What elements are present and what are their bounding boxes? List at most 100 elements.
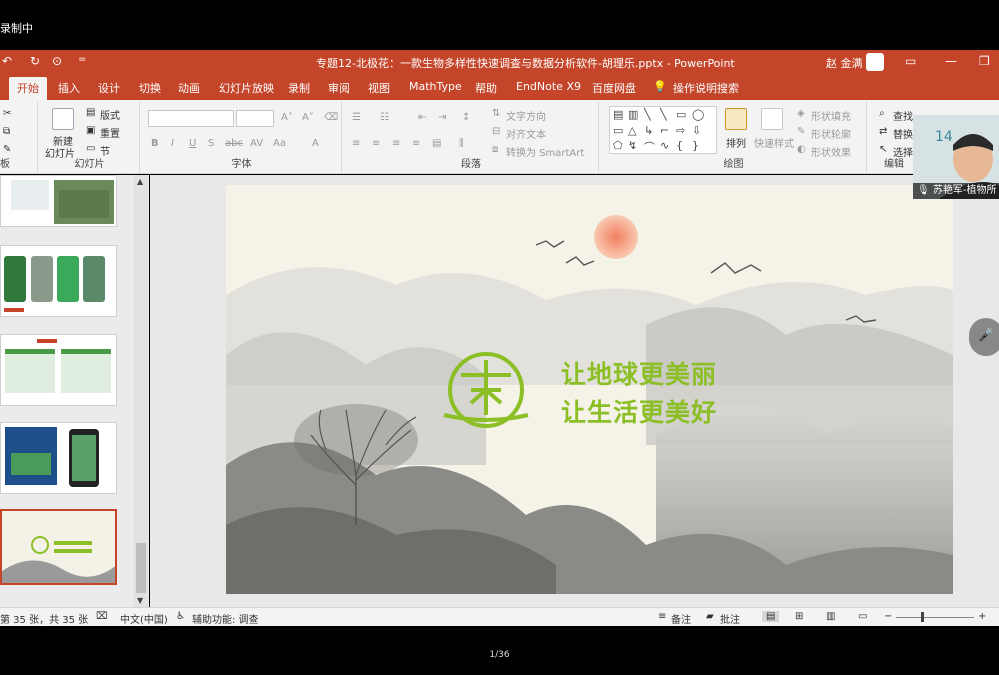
format-painter-icon[interactable]: ✎ [3,144,11,155]
justify-icon[interactable]: ≡ [412,138,420,149]
slide-thumbnail[interactable] [0,245,117,317]
bold-icon[interactable]: B [151,138,159,149]
tab-endnote[interactable]: EndNote X9 [516,80,581,93]
customize-toolbar-icon[interactable]: = [78,54,86,65]
microphone-button[interactable]: 🎤 [969,318,999,356]
slideshow-view-icon[interactable]: ▭ [858,611,867,622]
copy-icon[interactable]: ⧉ [3,126,10,137]
connector-shape-icon[interactable]: ↳ [644,124,653,137]
minimize-icon[interactable]: — [945,54,957,68]
arrange-button[interactable]: 排列 [726,135,746,150]
slide-thumbnail[interactable] [0,422,117,494]
align-text-button[interactable]: 对齐文本 [506,126,546,141]
tab-animations[interactable]: 动画 [178,80,200,96]
text-direction-icon[interactable]: ⇅ [492,108,500,119]
zoom-slider[interactable] [896,617,974,618]
webcam-overlay[interactable]: 14 🎙 苏艳军-植物所 [913,115,999,199]
spellcheck-icon[interactable]: ⌧ [96,611,108,622]
new-slide-icon[interactable] [52,108,74,130]
tab-insert[interactable]: 插入 [58,80,80,96]
increase-indent-icon[interactable]: ⇥ [438,112,446,123]
italic-icon[interactable]: I [171,138,174,149]
line-shape2-icon[interactable]: ╲ [660,108,667,121]
thumbnail-scrollbar[interactable]: ▲ ▼ [134,175,148,607]
tab-transitions[interactable]: 切换 [139,80,161,96]
shape-fill-icon[interactable]: ◈ [797,108,805,119]
rect2-shape-icon[interactable]: ▭ [613,124,623,137]
font-name-select[interactable] [148,110,234,127]
oval-shape-icon[interactable]: ◯ [692,108,704,121]
reset-icon[interactable]: ▣ [86,125,95,136]
shape-outline-button[interactable]: 形状轮廓 [811,126,851,141]
curve-shape-icon[interactable]: ⌒ [644,139,655,155]
tab-home[interactable]: 开始 [9,77,47,102]
scroll-down-icon[interactable]: ▼ [137,596,143,605]
present-icon[interactable]: ⊙ [52,54,62,68]
redo-icon[interactable]: ↻ [30,54,40,68]
restore-icon[interactable]: ❐ [979,54,990,68]
slide-thumbnail[interactable] [0,175,117,227]
notes-icon[interactable]: ≡ [658,611,666,622]
shrink-font-icon[interactable]: A˅ [302,112,314,123]
line-spacing-icon[interactable]: ↕ [462,112,470,123]
align-text-icon[interactable]: ⊟ [492,126,500,137]
slide-slogan-line1[interactable]: 让地球更美丽 [561,355,717,391]
arrow-right-shape-icon[interactable]: ⇨ [676,124,685,137]
brace-right-shape-icon[interactable]: } [692,139,699,152]
action-shape-icon[interactable]: ↯ [628,139,637,152]
accessibility-icon[interactable]: ♿ [176,611,185,622]
tab-help[interactable]: 帮助 [475,80,497,96]
reading-view-icon[interactable]: ▥ [826,611,835,622]
align-center-icon[interactable]: ≡ [372,138,380,149]
comments-button[interactable]: 批注 [720,611,740,626]
language-indicator[interactable]: 中文(中国) [120,611,168,626]
zoom-out-icon[interactable]: − [884,611,892,622]
tell-me-search[interactable]: 操作说明搜索 [673,80,739,96]
tab-mathtype[interactable]: MathType [409,80,462,93]
decrease-indent-icon[interactable]: ⇤ [418,112,426,123]
quick-styles-icon[interactable] [761,108,783,130]
notes-button[interactable]: 备注 [671,611,691,626]
tab-review[interactable]: 审阅 [328,80,350,96]
font-size-select[interactable] [236,110,274,127]
tab-record[interactable]: 录制 [288,80,310,96]
find-icon[interactable]: ⌕ [879,108,885,119]
slide-sorter-icon[interactable]: ⊞ [795,611,803,622]
line-shape-icon[interactable]: ╲ [644,108,651,121]
slide-thumbnail-current[interactable] [0,509,117,585]
triangle-shape-icon[interactable]: △ [628,124,636,137]
normal-view-icon[interactable]: ▤ [762,611,780,622]
tab-view[interactable]: 视图 [368,80,390,96]
textbox-shape-icon[interactable]: ▤ [613,108,623,121]
slide-thumbnail[interactable] [0,334,117,406]
comments-icon[interactable]: ▰ [706,611,714,622]
reset-button[interactable]: 重置 [100,125,120,140]
vertical-textbox-shape-icon[interactable]: ▥ [628,108,638,121]
user-name[interactable]: 赵 金满 [826,55,863,71]
cut-icon[interactable]: ✂ [3,108,11,119]
shadow-icon[interactable]: S [208,138,214,149]
freeform-shape-icon[interactable]: ∿ [660,139,669,152]
scroll-up-icon[interactable]: ▲ [137,177,143,186]
shape-effects-icon[interactable]: ◐ [797,144,806,155]
section-icon[interactable]: ▭ [86,143,95,154]
quick-styles-button[interactable]: 快速样式 [754,135,794,150]
arrow-down-shape-icon[interactable]: ⇩ [692,124,701,137]
zoom-in-icon[interactable]: + [978,611,986,622]
layout-icon[interactable]: ▤ [86,107,95,118]
undo-icon[interactable]: ↶ [2,54,12,68]
replace-button[interactable]: 替换 [893,126,913,141]
accessibility-status[interactable]: 辅助功能: 调查 [192,611,259,626]
tab-design[interactable]: 设计 [98,80,120,96]
strikethrough-icon[interactable]: abc [225,138,243,149]
brace-left-shape-icon[interactable]: { [676,139,683,152]
find-button[interactable]: 查找 [893,108,913,123]
font-color-icon[interactable]: A [312,138,319,149]
change-case-icon[interactable]: Aa [273,138,286,149]
current-slide[interactable]: 让地球更美丽 让生活更美好 [226,185,953,594]
smartart-icon[interactable]: ⧈ [492,144,498,155]
zoom-slider-thumb[interactable] [921,612,924,622]
align-right-icon[interactable]: ≡ [392,138,400,149]
shape-fill-button[interactable]: 形状填充 [811,108,851,123]
replace-icon[interactable]: ⇄ [879,126,887,137]
